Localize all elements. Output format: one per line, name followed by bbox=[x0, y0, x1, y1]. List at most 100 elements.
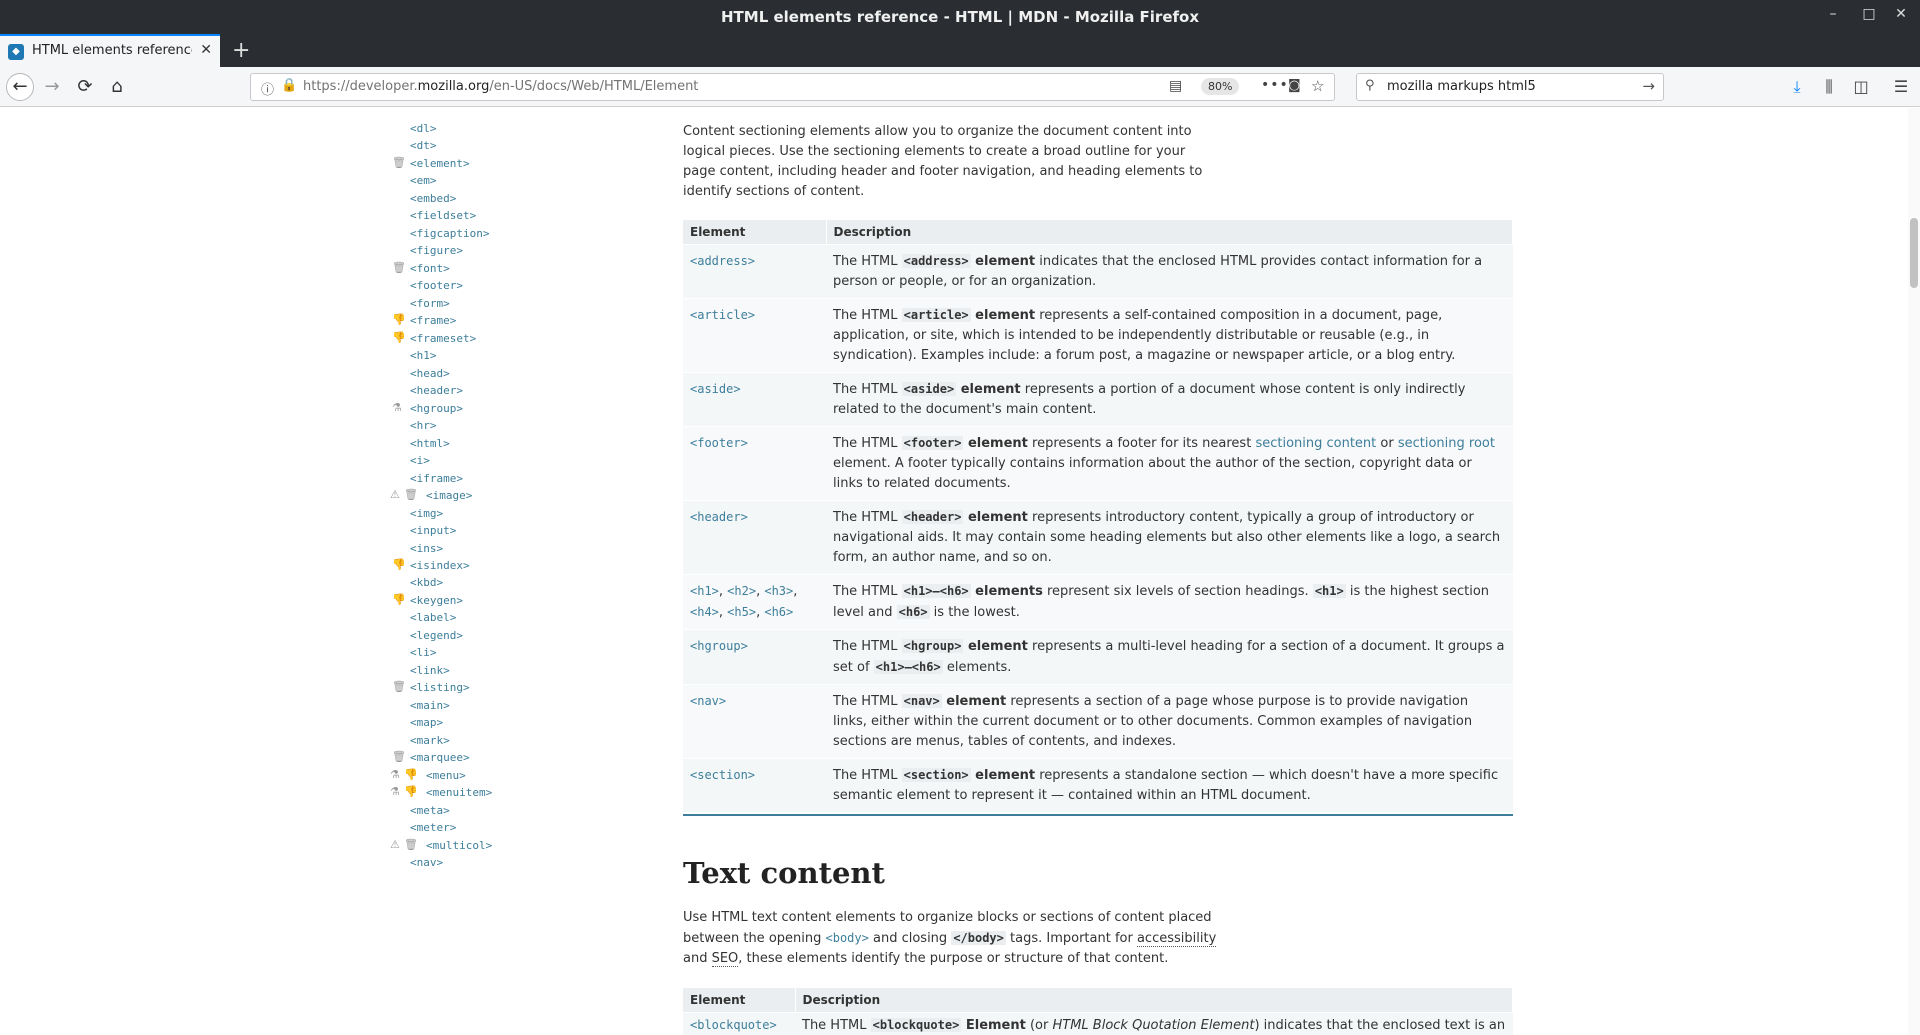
sidebar-item-label: <menu> bbox=[426, 768, 466, 782]
text-content-intro: Use HTML text content elements to organi… bbox=[683, 910, 1217, 967]
element-link[interactable]: <aside> bbox=[690, 382, 741, 396]
element-cell: <aside> bbox=[683, 371, 826, 426]
element-code: <header> bbox=[901, 509, 964, 524]
tab-close-icon[interactable]: ✕ bbox=[200, 42, 212, 58]
info-icon[interactable]: ⓘ bbox=[261, 79, 274, 98]
sidebar-item-label: <menuitem> bbox=[426, 786, 493, 800]
maximize-button[interactable]: □ bbox=[1857, 6, 1881, 22]
inline-code: <h1>–<h6> bbox=[873, 659, 943, 674]
pocket-icon[interactable]: ◙ bbox=[1288, 78, 1301, 93]
forward-button[interactable]: → bbox=[38, 73, 66, 101]
sidebar-item-label: <header> bbox=[410, 384, 463, 398]
element-cell: <article> bbox=[683, 297, 826, 372]
sidebar-item-label: <frame> bbox=[410, 314, 457, 328]
element-cell: <footer> bbox=[683, 425, 826, 500]
description-cell: The HTML <hgroup> element represents a m… bbox=[826, 628, 1513, 684]
close-window-button[interactable]: ✕ bbox=[1889, 6, 1913, 22]
sectioning-table: Element Description <address> The HTML <a… bbox=[683, 220, 1513, 812]
description-cell: The HTML <aside> element represents a po… bbox=[826, 371, 1513, 426]
element-link[interactable]: <section> bbox=[690, 768, 755, 782]
element-link[interactable]: <footer> bbox=[690, 436, 748, 450]
downloads-icon[interactable]: ⤓ bbox=[1786, 77, 1808, 97]
seo-link[interactable]: SEO bbox=[711, 951, 739, 967]
sidebar-item-label: <keygen> bbox=[410, 593, 463, 607]
tab-mdn[interactable]: ◆ HTML elements reference ✕ bbox=[0, 34, 220, 67]
sidebar-item-label: <embed> bbox=[410, 191, 457, 205]
sidebar-item-label: <meta> bbox=[410, 803, 450, 817]
home-button[interactable]: ⌂ bbox=[103, 73, 131, 101]
sectioning-root-link[interactable]: sectioning root bbox=[1398, 436, 1495, 451]
sidebar-item-label: <dl> bbox=[410, 122, 437, 135]
inline-code: <h6> bbox=[896, 604, 930, 619]
element-cell: <section> bbox=[683, 757, 826, 812]
search-go-icon[interactable]: → bbox=[1642, 77, 1655, 95]
reader-view-icon[interactable]: ▤ bbox=[1169, 78, 1182, 94]
deprecated-icon: 🗑 bbox=[392, 155, 406, 169]
page-actions-icon[interactable]: ••• bbox=[1261, 77, 1289, 93]
table-row: <nav> The HTML <nav> element represents a… bbox=[683, 683, 1513, 758]
bookmark-star-icon[interactable]: ☆ bbox=[1311, 77, 1324, 95]
element-link[interactable]: <blockquote> bbox=[690, 1018, 777, 1032]
element-link[interactable]: <h5> bbox=[727, 605, 756, 619]
text-content-table: Element Description <blockquote> The HTM… bbox=[683, 988, 1513, 1035]
table-row: <section> The HTML <section> element repr… bbox=[683, 757, 1513, 812]
page-scrollbar[interactable] bbox=[1908, 108, 1920, 1035]
sidebar-item-label: <hgroup> bbox=[410, 401, 463, 415]
page-content: <dl> <dt> 🗑 <element> <em> <embed> <fieldset> <… bbox=[0, 108, 1920, 1035]
search-icon: ⚲ bbox=[1365, 78, 1375, 93]
table-row: <h1>, <h2>, <h3>, <h4>, <h5>, <h6> The HT… bbox=[683, 573, 1513, 629]
sidebar-item-label: <meter> bbox=[410, 821, 457, 835]
element-link[interactable]: <header> bbox=[690, 510, 748, 524]
element-link[interactable]: <h3> bbox=[764, 584, 793, 598]
sidebar-item-label: <marquee> bbox=[410, 751, 470, 765]
lock-icon[interactable]: 🔒 bbox=[281, 78, 297, 93]
inline-code: <h1> bbox=[1312, 583, 1346, 598]
description-cell: The HTML <address> element indicates tha… bbox=[826, 243, 1513, 298]
url-bar[interactable]: ⓘ 🔒 https://developer.mozilla.org/en-US/… bbox=[250, 73, 1335, 101]
back-button[interactable]: ← bbox=[6, 73, 34, 101]
sidebar-item-label: <frameset> bbox=[410, 331, 477, 345]
obsolete-icon: 👎 bbox=[404, 785, 418, 799]
sidebar-item-label: <element> bbox=[410, 156, 470, 170]
element-cell: <header> bbox=[683, 499, 826, 574]
element-link[interactable]: <nav> bbox=[690, 694, 726, 708]
sidebar-item-label: <figcaption> bbox=[410, 226, 490, 240]
element-link[interactable]: <h2> bbox=[727, 584, 756, 598]
sidebar-item-label: <image> bbox=[426, 489, 473, 503]
zoom-badge[interactable]: 80% bbox=[1201, 78, 1240, 95]
element-link[interactable]: <h4> bbox=[690, 605, 719, 619]
search-bar[interactable]: ⚲ mozilla markups html5 → bbox=[1356, 73, 1664, 101]
library-icon[interactable]: ⫼ bbox=[1818, 77, 1840, 97]
sidebar-item-label: <hr> bbox=[410, 419, 437, 433]
reload-button[interactable]: ⟳ bbox=[71, 73, 99, 101]
url-text[interactable]: https://developer.mozilla.org/en-US/docs… bbox=[303, 79, 698, 94]
element-link[interactable]: <h6> bbox=[764, 605, 793, 619]
accessibility-link[interactable]: accessibility bbox=[1136, 931, 1217, 947]
element-link[interactable]: <hgroup> bbox=[690, 639, 748, 653]
sidebar-item-label: <legend> bbox=[410, 628, 463, 642]
menu-icon[interactable]: ☰ bbox=[1890, 77, 1912, 96]
window-titlebar: HTML elements reference - HTML | MDN - M… bbox=[0, 0, 1920, 34]
obsolete-icon: 👎 bbox=[392, 558, 406, 571]
sidebar-item-label: <label> bbox=[410, 611, 457, 625]
scrollbar-thumb[interactable] bbox=[1910, 218, 1918, 288]
element-link[interactable]: <h1> bbox=[690, 584, 719, 598]
new-tab-button[interactable]: + bbox=[232, 38, 250, 63]
search-input[interactable]: mozilla markups html5 bbox=[1387, 79, 1536, 94]
element-cell: <h1>, <h2>, <h3>, <h4>, <h5>, <h6> bbox=[683, 573, 826, 629]
experimental-icon: ⚗ bbox=[392, 400, 402, 414]
table-row: <address> The HTML <address> element indi… bbox=[683, 243, 1513, 298]
deprecated-icon: 🗑 bbox=[404, 837, 418, 851]
sidebar-item-label: <input> bbox=[410, 524, 457, 538]
navigation-toolbar: ← → ⟳ ⌂ ⓘ 🔒 https://developer.mozilla.or… bbox=[0, 67, 1920, 107]
body-tag-link[interactable]: <body> bbox=[826, 931, 869, 945]
element-link[interactable]: <address> bbox=[690, 254, 755, 268]
description-cell: The HTML <section> element represents a … bbox=[826, 757, 1513, 812]
sidebar-item-label: <iframe> bbox=[410, 471, 463, 485]
element-link[interactable]: <article> bbox=[690, 308, 755, 322]
text-content-heading: Text content bbox=[683, 856, 885, 890]
sidebar-item-label: <ins> bbox=[410, 541, 444, 555]
minimize-button[interactable]: – bbox=[1821, 6, 1845, 22]
sectioning-content-link[interactable]: sectioning content bbox=[1255, 436, 1376, 451]
sidebar-toggle-icon[interactable]: ◫ bbox=[1850, 77, 1872, 96]
